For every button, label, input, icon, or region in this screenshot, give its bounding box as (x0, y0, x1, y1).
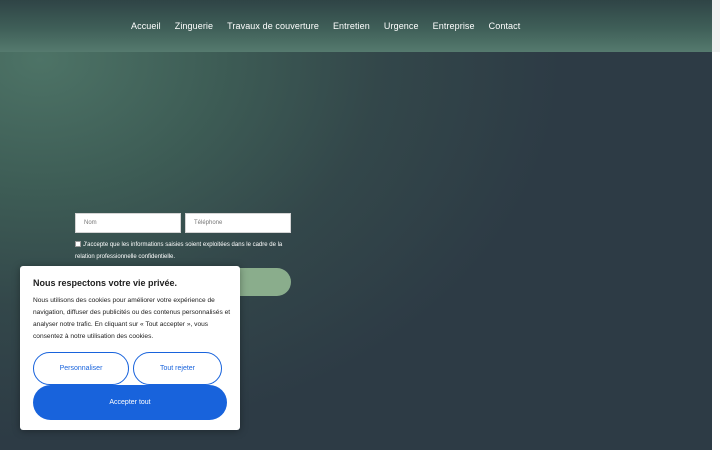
nav-item-contact[interactable]: Contact (482, 21, 528, 31)
nav-item-accueil[interactable]: Accueil (124, 21, 168, 31)
nav-item-entreprise[interactable]: Entreprise (426, 21, 482, 31)
consent-row: J'accepte que les informations saisies s… (75, 239, 291, 263)
phone-field[interactable]: Téléphone (185, 213, 291, 233)
site-header: Accueil Zinguerie Travaux de couverture … (0, 0, 712, 52)
cookie-consent-banner: Nous respectons votre vie privée. Nous u… (20, 266, 240, 430)
main-nav: Accueil Zinguerie Travaux de couverture … (124, 0, 527, 52)
nav-item-zinguerie[interactable]: Zinguerie (168, 21, 220, 31)
consent-label: J'accepte que les informations saisies s… (75, 242, 283, 260)
consent-checkbox[interactable] (75, 241, 81, 247)
nav-item-urgence[interactable]: Urgence (377, 21, 426, 31)
reject-all-button[interactable]: Tout rejeter (133, 352, 222, 385)
nav-item-travaux-de-couverture[interactable]: Travaux de couverture (220, 21, 326, 31)
cookie-banner-title: Nous respectons votre vie privée. (33, 278, 178, 288)
accept-all-button[interactable]: Accepter tout (33, 385, 227, 420)
customize-button[interactable]: Personnaliser (33, 352, 129, 385)
nav-item-entretien[interactable]: Entretien (326, 21, 377, 31)
name-field[interactable]: Nom (75, 213, 181, 233)
page-scrollbar[interactable] (712, 0, 720, 450)
scrollbar-thumb[interactable] (712, 0, 720, 52)
cookie-banner-text: Nous utilisons des cookies pour améliore… (33, 297, 231, 340)
